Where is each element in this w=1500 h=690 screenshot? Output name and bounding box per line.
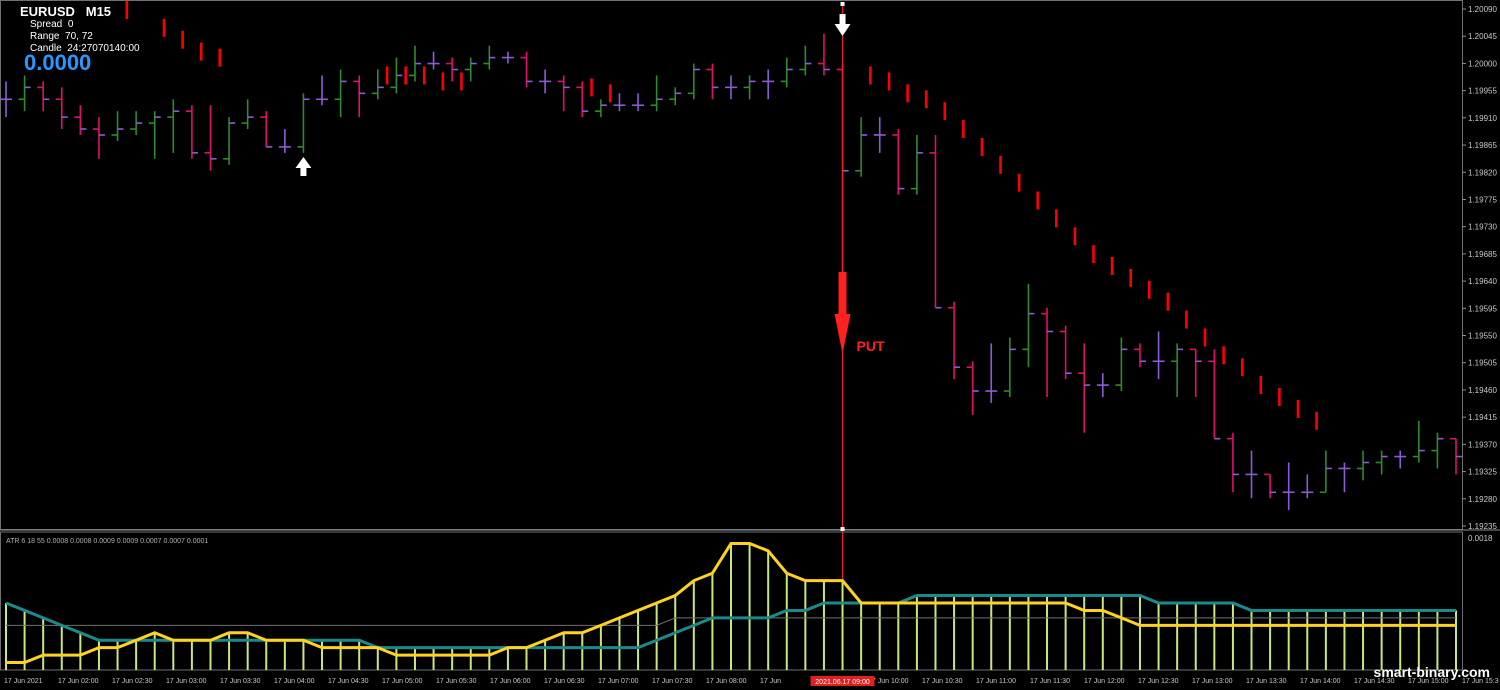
down-arrow-icon (834, 14, 851, 36)
price-axis-label: 1.19415 (1468, 413, 1497, 422)
price-axis-label: 1.20000 (1468, 59, 1497, 68)
price-axis-label: 1.19550 (1468, 332, 1497, 341)
time-axis-label: 17 Jun 04:30 (328, 678, 369, 685)
time-axis-label: 17 Jun 04:00 (274, 678, 315, 685)
time-axis-label: 17 Jun 03:30 (220, 678, 261, 685)
spread-value: 0 (67, 19, 74, 30)
time-axis-label: 17 Jun 02:00 (58, 678, 99, 685)
time-cursor-label: 2021.06.17 09:00 (815, 679, 870, 686)
watermark: smart-binary.com (1373, 664, 1490, 680)
price-axis-label: 1.19325 (1468, 468, 1497, 477)
put-label: PUT (857, 338, 885, 354)
time-axis-label: 17 Jun 13:00 (1192, 678, 1233, 685)
time-axis-label: 17 Jun 07:00 (598, 678, 639, 685)
price-axis-label: 1.19730 (1468, 223, 1497, 232)
price-axis-label: 1.19505 (1468, 359, 1497, 368)
price-axis-label: 1.19235 (1468, 522, 1497, 531)
put-arrow-shaft (838, 272, 847, 316)
time-axis-label: 17 Jun (760, 678, 781, 685)
time-axis-label: 17 Jun 11:30 (1030, 678, 1070, 685)
time-axis-label: 17 Jun 12:30 (1138, 678, 1179, 685)
price-axis-label: 1.19820 (1468, 168, 1497, 177)
up-arrow-icon (295, 157, 312, 176)
spread-row: Spread 0 (30, 19, 73, 30)
time-axis-label: 17 Jun 05:30 (436, 678, 477, 685)
price-axis-label: 1.19865 (1468, 141, 1497, 150)
time-axis-label: 17 Jun 2021 (4, 678, 43, 685)
range-row: Range 70, 72 (30, 31, 93, 42)
price-axis-label: 1.19370 (1468, 440, 1497, 449)
time-axis-label: 17 Jun 12:00 (1084, 678, 1125, 685)
time-axis-label: 17 Jun 05:00 (382, 678, 423, 685)
price-axis-label: 1.19775 (1468, 195, 1497, 204)
time-axis-label: 17 Jun 13:30 (1246, 678, 1287, 685)
signal-marker-top (840, 2, 845, 6)
symbol-text: EURUSD (20, 4, 75, 19)
time-axis-label: 17 Jun 06:30 (544, 678, 585, 685)
symbol-label: EURUSD M15 (20, 4, 111, 19)
range-value: 70, 72 (65, 31, 93, 42)
price-axis-label: 1.19460 (1468, 386, 1497, 395)
price-axis-label: 1.20045 (1468, 32, 1497, 41)
time-axis-label: 17 Jun 02:30 (112, 678, 153, 685)
price-axis-label: 1.19595 (1468, 304, 1497, 313)
chart-canvas: 1.20090 1.20045 1.20000 1.19955 1.19910 1.198… (0, 0, 1500, 686)
price-axis-label: 1.19280 (1468, 495, 1497, 504)
time-axis-label: 17 Jun 03:00 (166, 678, 207, 685)
price-axis-label: 1.20090 (1468, 5, 1497, 14)
time-axis-label: 17 Jun 07:30 (652, 678, 693, 685)
price-axis-label: 1.19910 (1468, 114, 1497, 123)
time-axis-label: 17 Jun 06:00 (490, 678, 531, 685)
price-axis-label: 1.19955 (1468, 87, 1497, 96)
price-axis-label: 1.19640 (1468, 277, 1497, 286)
indicator-axis-label: 0.0018 (1468, 534, 1493, 543)
indicator-label: ATR 6 18 55 0.0008 0.0008 0.0009 0.0009 … (6, 538, 208, 545)
time-axis-label: 17 Jun 11:00 (976, 678, 1016, 685)
big-value: 0.0000 (24, 50, 92, 75)
time-axis-label: 17 Jun 14:00 (1300, 678, 1341, 685)
signal-marker-mid (840, 527, 845, 531)
range-label: Range (30, 31, 60, 42)
price-axis-label: 1.19685 (1468, 250, 1497, 259)
timeframe-text: M15 (85, 4, 112, 19)
time-axis-label: 17 Jun 08:00 (706, 678, 747, 685)
put-arrow-head (834, 314, 851, 354)
spread-label: Spread (30, 19, 63, 30)
time-axis-label: 17 Jun 10:30 (922, 678, 963, 685)
